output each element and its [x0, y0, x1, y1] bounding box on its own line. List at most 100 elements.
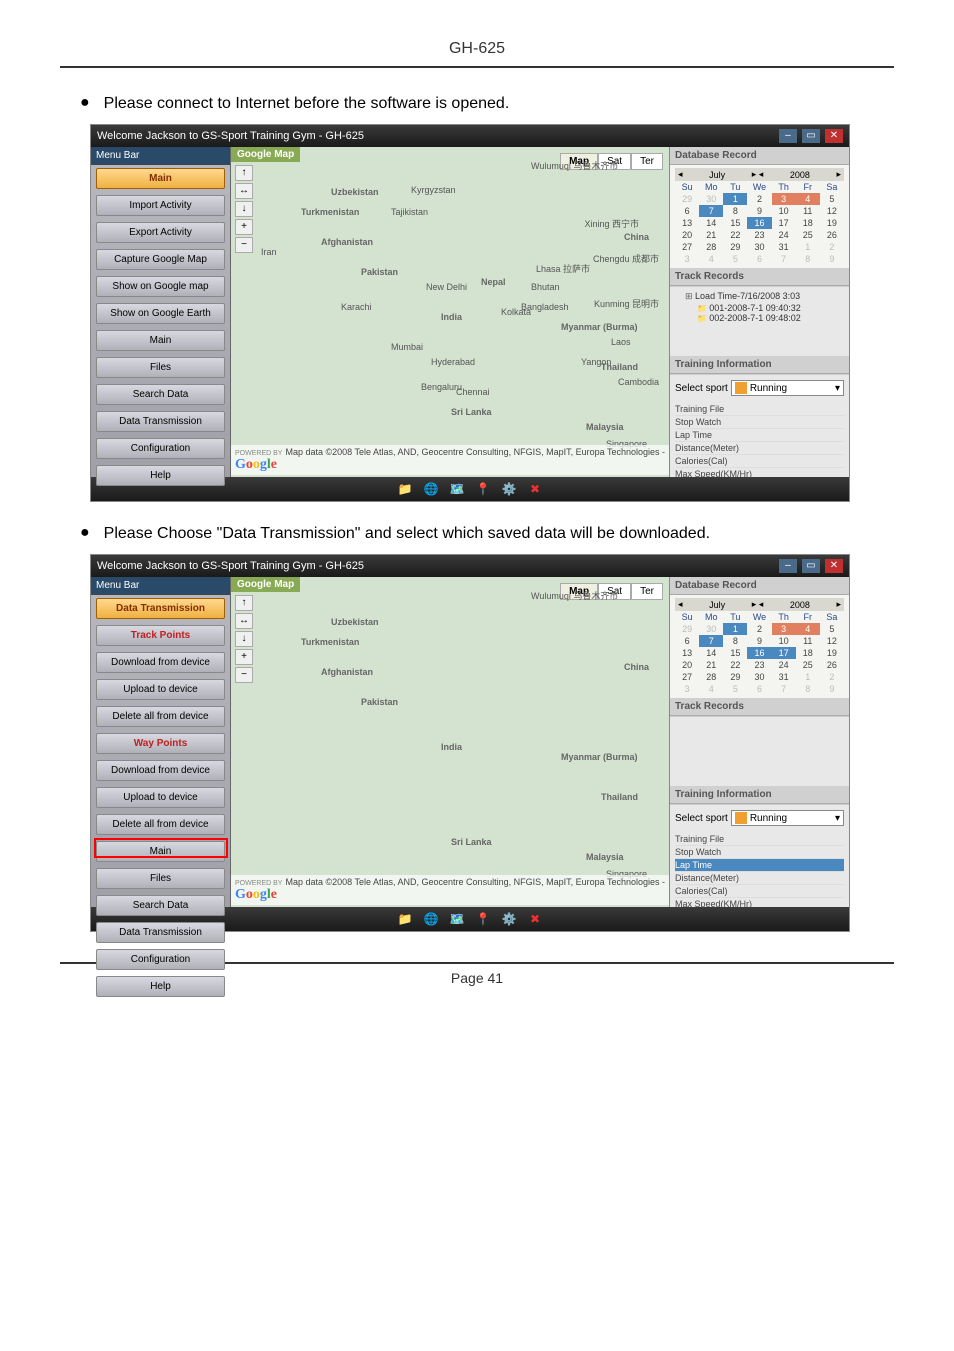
cal-day[interactable]: 18 — [796, 647, 820, 659]
cal-day[interactable]: 13 — [675, 217, 699, 229]
cal-day[interactable]: 20 — [675, 229, 699, 241]
cal-day[interactable]: 23 — [747, 659, 771, 671]
bb-folder-icon[interactable]: 📁 — [397, 481, 413, 497]
cal-day[interactable]: 25 — [796, 659, 820, 671]
nav-help[interactable]: Help — [96, 465, 225, 486]
cal-day[interactable]: 7 — [772, 683, 796, 695]
sidebar-wp-upload[interactable]: Upload to device — [96, 787, 225, 808]
sidebar-wp-download[interactable]: Download from device — [96, 760, 225, 781]
map-tab-ter[interactable]: Ter — [631, 153, 663, 170]
cal-day[interactable]: 29 — [675, 193, 699, 205]
nav-main[interactable]: Main — [96, 841, 225, 862]
minimize-button[interactable]: – — [779, 129, 797, 143]
cal-day[interactable]: 22 — [723, 659, 747, 671]
cal-day[interactable]: 13 — [675, 647, 699, 659]
cal-day[interactable]: 9 — [820, 253, 844, 265]
info-row[interactable]: Training File — [675, 833, 844, 846]
map-area[interactable]: Google Map ↑ ↔ ↓ + − Map Sat Ter Wulumuq… — [231, 147, 669, 477]
cal-day[interactable]: 15 — [723, 647, 747, 659]
cal-day[interactable]: 9 — [820, 683, 844, 695]
map-tool-down[interactable]: ↓ — [235, 631, 253, 647]
maximize-button[interactable]: ▭ — [802, 559, 820, 573]
bb-map-icon[interactable]: 🗺️ — [449, 911, 465, 927]
bb-map-icon[interactable]: 🗺️ — [449, 481, 465, 497]
nav-files[interactable]: Files — [96, 357, 225, 378]
cal-day[interactable]: 12 — [820, 635, 844, 647]
cal-day[interactable]: 2 — [820, 671, 844, 683]
sidebar-section-data-transmission[interactable]: Data Transmission — [96, 598, 225, 619]
cal-day[interactable]: 8 — [723, 635, 747, 647]
bb-folder-icon[interactable]: 📁 — [397, 911, 413, 927]
cal-day[interactable]: 3 — [772, 623, 796, 635]
cal-day[interactable]: 4 — [699, 253, 723, 265]
cal-day[interactable]: 30 — [747, 241, 771, 253]
sidebar-tp-upload[interactable]: Upload to device — [96, 679, 225, 700]
cal-day[interactable]: 19 — [820, 647, 844, 659]
cal-day[interactable]: 6 — [747, 683, 771, 695]
bb-gear-icon[interactable]: ⚙️ — [501, 911, 517, 927]
cal-day[interactable]: 1 — [796, 241, 820, 253]
nav-data-transmission[interactable]: Data Transmission — [96, 922, 225, 943]
cal-day[interactable]: 30 — [747, 671, 771, 683]
cal-day[interactable]: 29 — [723, 671, 747, 683]
cal-day[interactable]: 28 — [699, 241, 723, 253]
cal-day[interactable]: 2 — [820, 241, 844, 253]
tree-rec-2[interactable]: 002-2008-7-1 09:48:02 — [675, 313, 844, 323]
cal-day[interactable]: 2 — [747, 193, 771, 205]
cal-day[interactable]: 29 — [723, 241, 747, 253]
map-tab-ter[interactable]: Ter — [631, 583, 663, 600]
close-button[interactable]: ✕ — [825, 559, 843, 573]
nav-data-transmission[interactable]: Data Transmission — [96, 411, 225, 432]
cal-day[interactable]: 5 — [820, 623, 844, 635]
cal-day[interactable]: 22 — [723, 229, 747, 241]
sidebar-export-activity[interactable]: Export Activity — [96, 222, 225, 243]
sidebar-capture-google-map[interactable]: Capture Google Map — [96, 249, 225, 270]
cal-day[interactable]: 21 — [699, 659, 723, 671]
cal-day[interactable]: 28 — [699, 671, 723, 683]
cal-day[interactable]: 19 — [820, 217, 844, 229]
sidebar-show-on-google-earth[interactable]: Show on Google Earth — [96, 303, 225, 324]
bb-globe-icon[interactable]: 🌐 — [423, 911, 439, 927]
bb-globe-icon[interactable]: 🌐 — [423, 481, 439, 497]
cal-day[interactable]: 26 — [820, 229, 844, 241]
cal-next-year[interactable]: ▸ — [836, 169, 841, 180]
info-row[interactable]: Lap Time — [675, 859, 844, 872]
cal-day[interactable]: 14 — [699, 647, 723, 659]
tree-load-time[interactable]: Load Time-7/16/2008 3:03 — [675, 290, 844, 303]
bb-pin-icon[interactable]: 📍 — [475, 911, 491, 927]
map-tool-zoom-in[interactable]: + — [235, 219, 253, 235]
cal-next-month[interactable]: ▸ ◂ — [752, 599, 764, 610]
nav-help[interactable]: Help — [96, 976, 225, 997]
minimize-button[interactable]: – — [779, 559, 797, 573]
sport-select[interactable]: Running ▾ — [731, 380, 844, 396]
cal-day[interactable]: 26 — [820, 659, 844, 671]
cal-day[interactable]: 1 — [723, 623, 747, 635]
nav-search-data[interactable]: Search Data — [96, 384, 225, 405]
bb-pin-icon[interactable]: 📍 — [475, 481, 491, 497]
cal-day[interactable]: 9 — [747, 635, 771, 647]
sidebar-import-activity[interactable]: Import Activity — [96, 195, 225, 216]
info-row[interactable]: Stop Watch — [675, 416, 844, 429]
cal-day[interactable]: 3 — [675, 683, 699, 695]
cal-day[interactable]: 29 — [675, 623, 699, 635]
cal-day[interactable]: 16 — [747, 647, 771, 659]
sidebar-show-on-google-map[interactable]: Show on Google map — [96, 276, 225, 297]
cal-day[interactable]: 14 — [699, 217, 723, 229]
cal-day[interactable]: 6 — [747, 253, 771, 265]
cal-day[interactable]: 30 — [699, 623, 723, 635]
cal-prev-month[interactable]: ◂ — [678, 169, 683, 180]
cal-day[interactable]: 3 — [772, 193, 796, 205]
cal-prev-month[interactable]: ◂ — [678, 599, 683, 610]
tree-rec-1[interactable]: 001-2008-7-1 09:40:32 — [675, 303, 844, 313]
nav-main[interactable]: Main — [96, 330, 225, 351]
cal-day[interactable]: 10 — [772, 205, 796, 217]
cal-day[interactable]: 5 — [723, 683, 747, 695]
cal-day[interactable]: 31 — [772, 671, 796, 683]
cal-day[interactable]: 9 — [747, 205, 771, 217]
cal-day[interactable]: 1 — [723, 193, 747, 205]
cal-next-month[interactable]: ▸ ◂ — [752, 169, 764, 180]
close-button[interactable]: ✕ — [825, 129, 843, 143]
cal-day[interactable]: 1 — [796, 671, 820, 683]
sidebar-section-main[interactable]: Main — [96, 168, 225, 189]
cal-day[interactable]: 11 — [796, 205, 820, 217]
